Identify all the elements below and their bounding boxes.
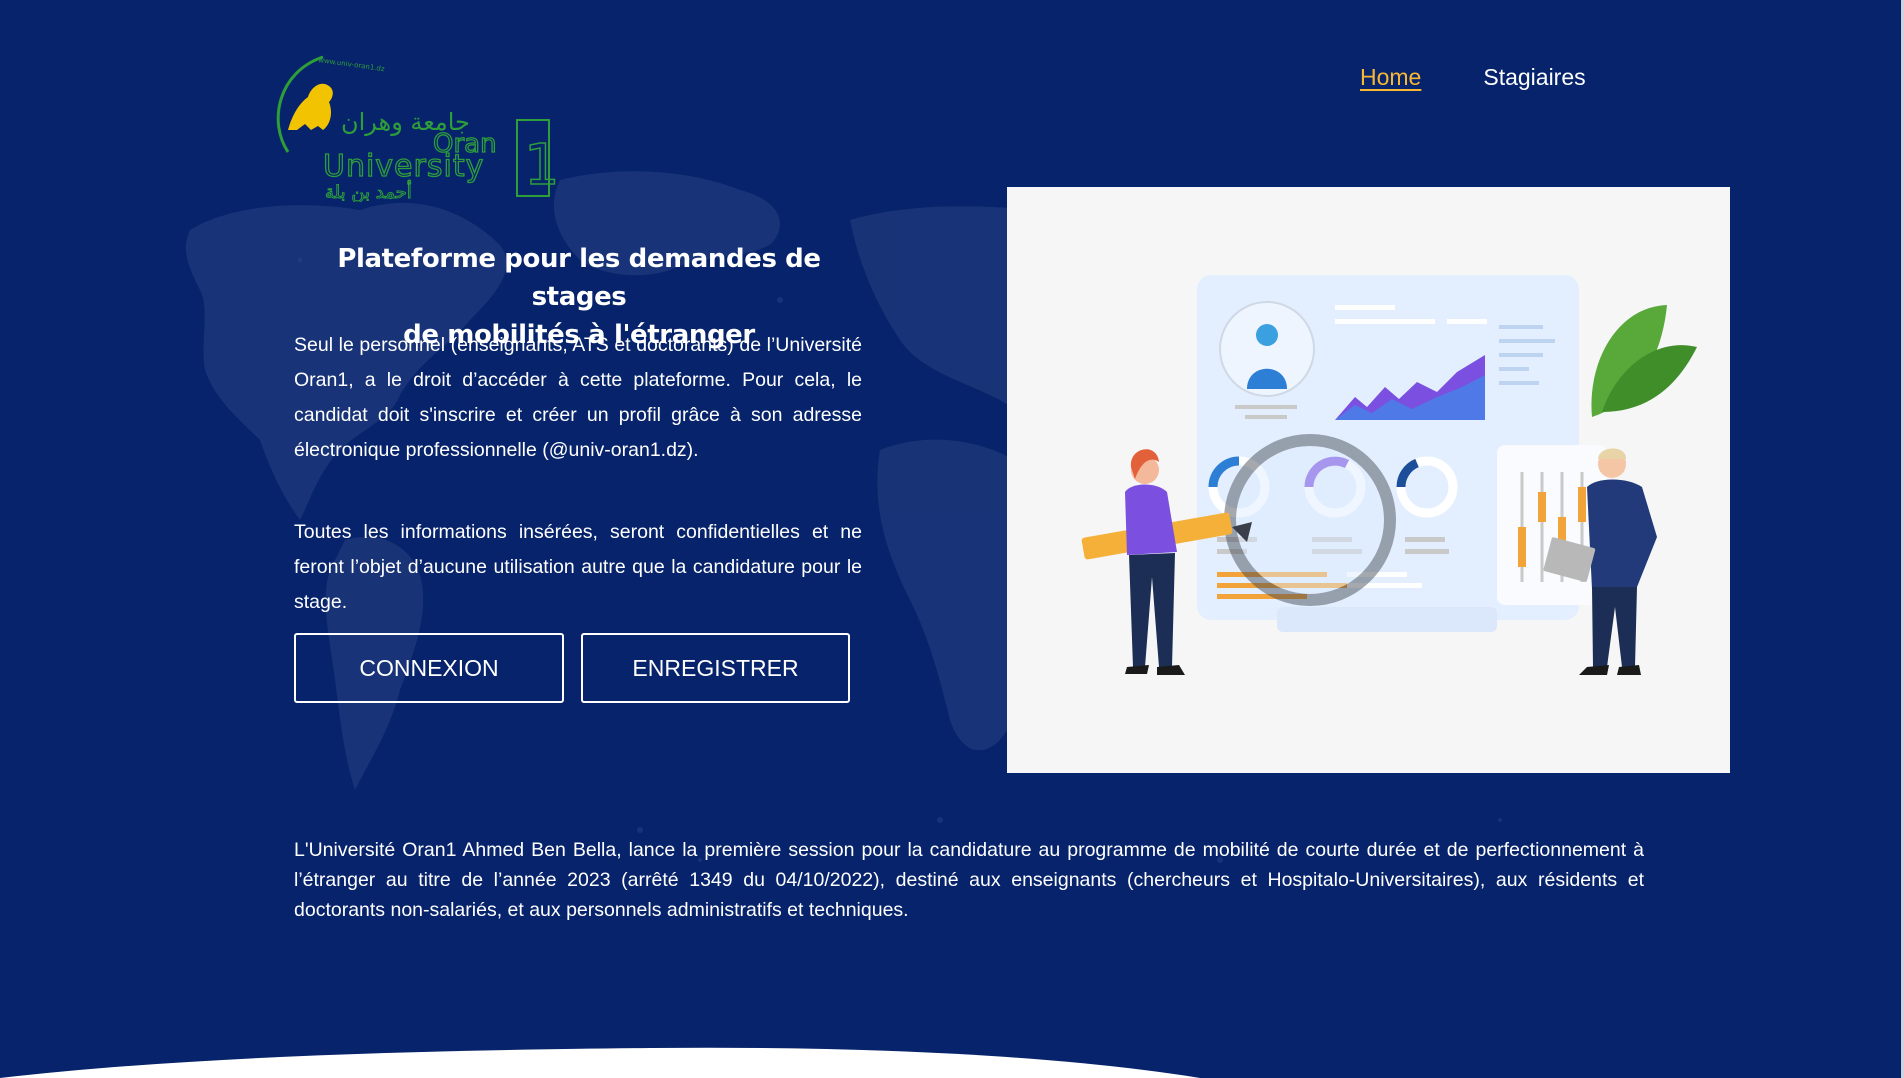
magnifier-icon — [1224, 434, 1396, 606]
logo-number: 1 — [524, 133, 560, 198]
announcement-text: L'Université Oran1 Ahmed Ben Bella, lanc… — [294, 839, 1644, 921]
nav-stagiaires-link[interactable]: Stagiaires — [1483, 64, 1585, 91]
intro-paragraph: Seul le personnel (enseignants, ATS et d… — [294, 334, 862, 461]
confidentiality-paragraph: Toutes les informations insérées, seront… — [294, 521, 862, 613]
logo-latin-university: University — [323, 149, 484, 184]
main-nav: Home Stagiaires — [1360, 64, 1586, 91]
bottom-wave-decoration — [0, 1047, 1200, 1078]
university-logo: www.univ-oran1.dz جامعة وهران Oran Unive… — [276, 55, 560, 202]
nav-home-link[interactable]: Home — [1360, 64, 1421, 91]
page: www.univ-oran1.dz جامعة وهران Oran Unive… — [0, 0, 1904, 1078]
login-button[interactable]: CONNEXION — [294, 633, 564, 703]
logo-arabic-bottom: أحمد بن بلة — [325, 180, 412, 202]
page-title-line1: Plateforme pour les demandes de stages — [337, 244, 821, 312]
lion-icon — [288, 83, 333, 130]
logo-url: www.univ-oran1.dz — [318, 56, 386, 73]
register-button[interactable]: ENREGISTRER — [581, 633, 850, 703]
analytics-illustration — [1007, 187, 1730, 773]
